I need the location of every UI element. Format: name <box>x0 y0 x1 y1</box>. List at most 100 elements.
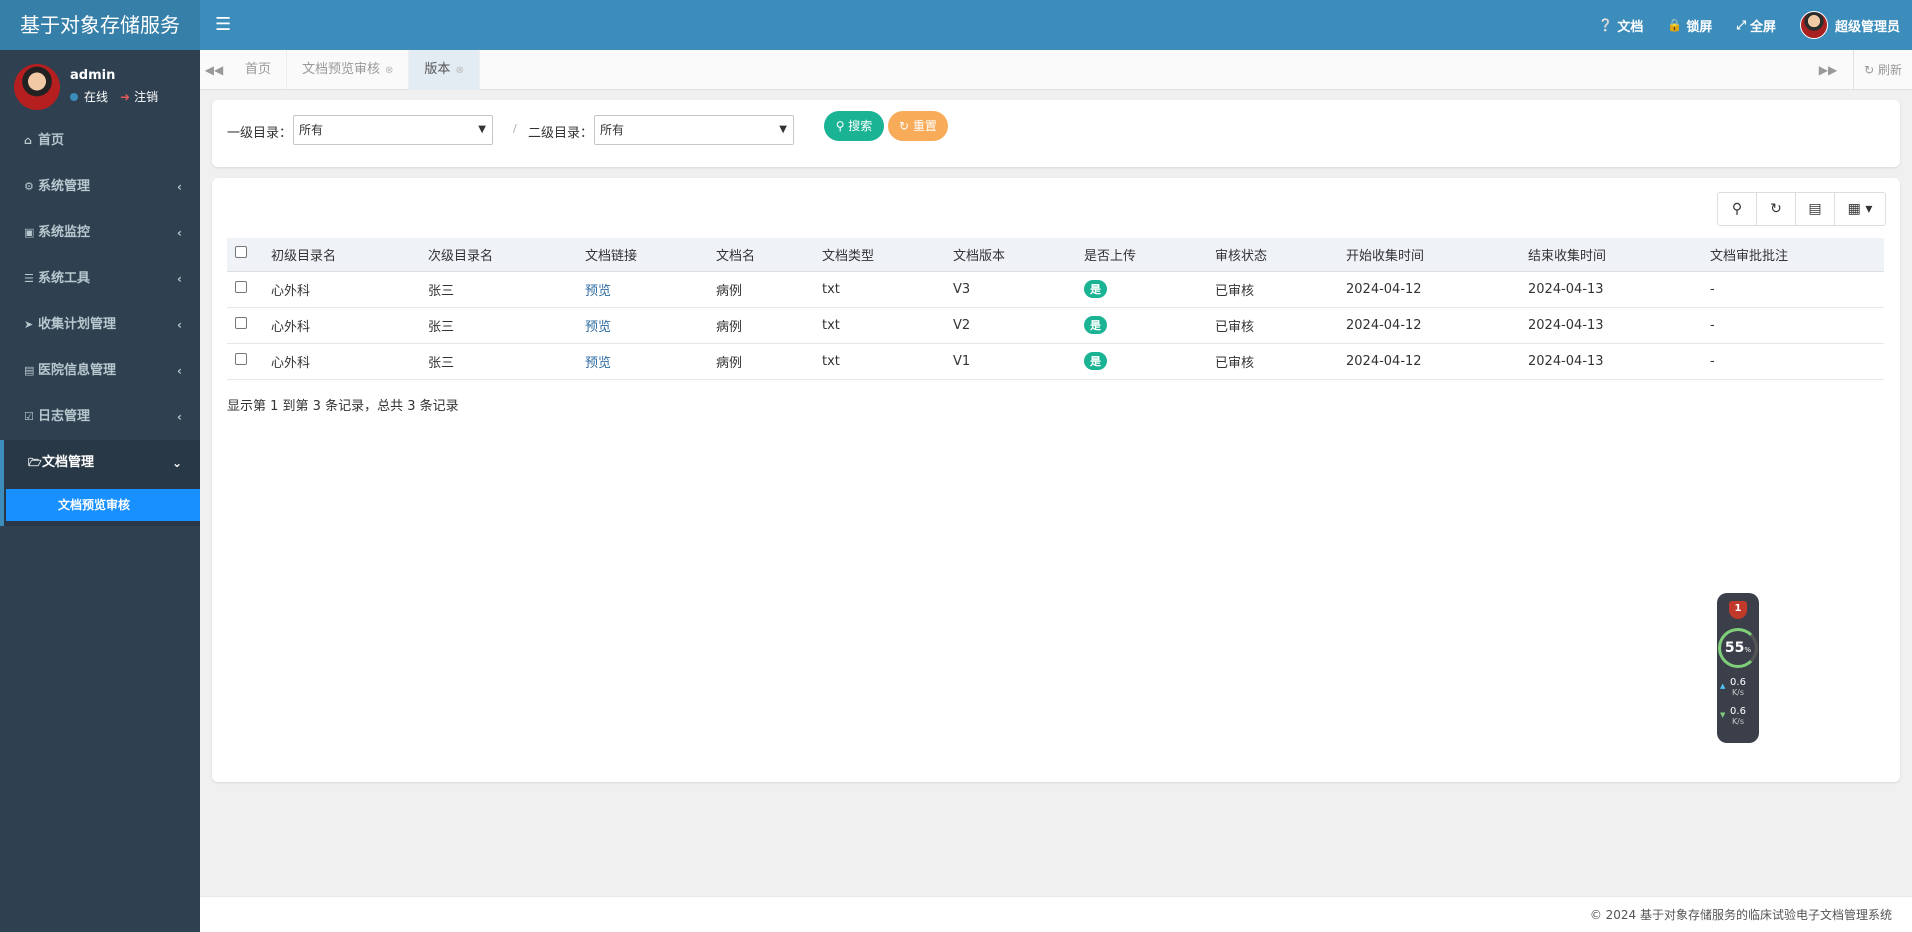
cell-end: 2024-04-13 <box>1520 307 1702 344</box>
column-header[interactable]: 次级目录名 <box>420 238 577 272</box>
id-card-icon: ▤ <box>24 364 35 377</box>
row-checkbox-cell <box>227 307 263 344</box>
grid-icon[interactable]: ▦ ▾ <box>1835 193 1885 225</box>
sidebar-item-monitor[interactable]: ▣ 系统监控 ‹ <box>0 210 200 256</box>
cell-level1: 心外科 <box>263 271 420 308</box>
sidebar-item-collection-plan[interactable]: ➤ 收集计划管理 ‹ <box>0 302 200 348</box>
tab-label: 文档预览审核 <box>302 62 381 77</box>
tab-scroll-right-icon[interactable]: ▶▶ <box>1814 50 1842 90</box>
select-all-checkbox[interactable] <box>235 246 247 259</box>
cell-uploaded: 是 <box>1076 271 1207 308</box>
sidebar-item-tools[interactable]: ☰ 系统工具 ‹ <box>0 256 200 302</box>
lock-label: 锁屏 <box>1686 19 1713 35</box>
chevron-left-icon: ‹ <box>177 410 182 424</box>
data-table: 初级目录名 次级目录名 文档链接 文档名 文档类型 文档版本 是否上传 审核状态… <box>227 238 1884 380</box>
uploaded-badge: 是 <box>1084 352 1107 370</box>
sign-out-icon[interactable]: ➜ <box>120 90 130 104</box>
sidebar-item-system[interactable]: ⚙ 系统管理 ‹ <box>0 164 200 210</box>
folder-open-icon: 🗁 <box>28 456 42 469</box>
cell-level2: 张三 <box>420 343 577 380</box>
upload-value: 0.6 <box>1730 677 1746 688</box>
column-header[interactable]: 开始收集时间 <box>1338 238 1520 272</box>
refresh-icon[interactable]: ↻ <box>1757 193 1796 225</box>
column-header[interactable]: 文档名 <box>708 238 814 272</box>
sidebar-item-home[interactable]: ⌂ 首页 <box>0 118 200 164</box>
paper-plane-icon: ➤ <box>24 318 34 331</box>
system-monitor-widget[interactable]: 1 55% ▲ 0.6 K/s ▼ 0.6 K/s <box>1717 593 1759 743</box>
sidebar-item-label: 收集计划管理 <box>38 317 117 332</box>
column-header[interactable]: 文档类型 <box>814 238 945 272</box>
cell-end: 2024-04-13 <box>1520 271 1702 308</box>
lock-screen-link[interactable]: 🔒 锁屏 <box>1655 0 1724 50</box>
user-menu[interactable]: 超级管理员 <box>1788 0 1912 50</box>
tab-home[interactable]: 首页 <box>230 50 288 90</box>
refresh-tab-button[interactable]: ↻ 刷新 <box>1853 50 1912 90</box>
preview-link[interactable]: 预览 <box>585 320 611 335</box>
column-header[interactable]: 文档审批批注 <box>1702 238 1884 272</box>
chevron-left-icon: ‹ <box>177 272 182 286</box>
shield-icon[interactable]: 1 <box>1729 601 1747 619</box>
video-icon: ▣ <box>24 226 35 239</box>
row-checkbox[interactable] <box>235 317 247 329</box>
level2-select[interactable]: 所有 ▼ <box>594 115 794 145</box>
column-header[interactable]: 是否上传 <box>1076 238 1207 272</box>
sidebar-item-label: 系统管理 <box>38 179 91 194</box>
table-row[interactable]: 心外科 张三 预览 病例 txt V2 是 已审核 2024-04-12 202… <box>227 307 1884 344</box>
row-checkbox[interactable] <box>235 353 247 365</box>
tab-doc-review[interactable]: 文档预览审核 ⊗ <box>287 50 410 90</box>
user-role-label: 超级管理员 <box>1834 19 1900 35</box>
search-icon: ⚲ <box>835 119 849 133</box>
cell-doc-type: txt <box>814 271 945 308</box>
cpu-gauge: 55% <box>1718 628 1758 668</box>
reset-button[interactable]: ↻ 重置 <box>888 111 948 141</box>
cell-status: 已审核 <box>1207 271 1338 308</box>
sidebar: admin 在线 ➜ 注销 ⌂ 首页 ⚙ 系统管理 ‹ ▣ 系统监控 ‹ ☰ 系统工具 ‹ ➤… <box>0 50 200 932</box>
preview-link[interactable]: 预览 <box>585 356 611 371</box>
table-panel: ⚲ ↻ ▤ ▦ ▾ 初级目录名 次级目录名 文档链接 文档名 文档类型 文档版本… <box>212 178 1900 782</box>
footer-copyright: © 2024 基于对象存储服务的临床试验电子文档管理系统 <box>1589 908 1892 922</box>
column-header[interactable]: 初级目录名 <box>263 238 420 272</box>
cell-note: - <box>1702 271 1884 308</box>
row-checkbox[interactable] <box>235 281 247 293</box>
sidebar-item-documents[interactable]: 🗁文档管理 ⌄ <box>0 440 200 486</box>
preview-link[interactable]: 预览 <box>585 284 611 299</box>
sidebar-item-label: 医院信息管理 <box>38 363 117 378</box>
sidebar-item-hospital[interactable]: ▤ 医院信息管理 ‹ <box>0 348 200 394</box>
docs-link[interactable]: ❔ 文档 <box>1586 0 1655 50</box>
fullscreen-link[interactable]: ⤢ 全屏 <box>1724 0 1788 50</box>
cell-level2: 张三 <box>420 271 577 308</box>
table-header-row: 初级目录名 次级目录名 文档链接 文档名 文档类型 文档版本 是否上传 审核状态… <box>227 238 1884 272</box>
sidebar-item-label: 日志管理 <box>38 409 91 424</box>
close-icon[interactable]: ⊗ <box>455 65 463 76</box>
hamburger-icon[interactable]: ☰ <box>215 0 231 50</box>
chevron-down-icon: ▼ <box>779 124 787 135</box>
table-row[interactable]: 心外科 张三 预览 病例 txt V1 是 已审核 2024-04-12 202… <box>227 343 1884 380</box>
tab-label: 版本 <box>424 62 451 77</box>
uploaded-badge: 是 <box>1084 316 1107 334</box>
sidebar-item-logs[interactable]: ☑ 日志管理 ‹ <box>0 394 200 440</box>
download-value: 0.6 <box>1730 706 1746 717</box>
column-header[interactable]: 审核状态 <box>1207 238 1338 272</box>
upload-unit: K/s <box>1731 688 1745 697</box>
sidebar-subitem-doc-review[interactable]: 文档预览审核 <box>6 489 200 521</box>
cell-end: 2024-04-13 <box>1520 343 1702 380</box>
cell-link: 预览 <box>577 271 708 308</box>
list-icon[interactable]: ▤ <box>1796 193 1835 225</box>
sidebar-item-label: 文档管理 <box>42 455 95 470</box>
table-row[interactable]: 心外科 张三 预览 病例 txt V3 是 已审核 2024-04-12 202… <box>227 271 1884 308</box>
app-logo[interactable]: 基于对象存储服务 <box>0 0 200 50</box>
search-button[interactable]: ⚲ 搜索 <box>824 111 884 141</box>
logout-link[interactable]: 注销 <box>134 88 158 105</box>
column-header[interactable]: 结束收集时间 <box>1520 238 1702 272</box>
cell-doc-name: 病例 <box>708 343 814 380</box>
download-speed: 0.6 K/s <box>1721 707 1755 727</box>
cpu-unit: % <box>1744 646 1752 654</box>
search-icon[interactable]: ⚲ <box>1718 193 1757 225</box>
close-icon[interactable]: ⊗ <box>385 65 393 76</box>
column-header[interactable]: 文档版本 <box>945 238 1076 272</box>
sidebar-item-label: 系统监控 <box>38 225 91 240</box>
tab-scroll-left-icon[interactable]: ◀◀ <box>200 50 228 90</box>
tab-version[interactable]: 版本 ⊗ <box>409 50 480 90</box>
level1-select[interactable]: 所有 ▼ <box>293 115 493 145</box>
column-header[interactable]: 文档链接 <box>577 238 708 272</box>
